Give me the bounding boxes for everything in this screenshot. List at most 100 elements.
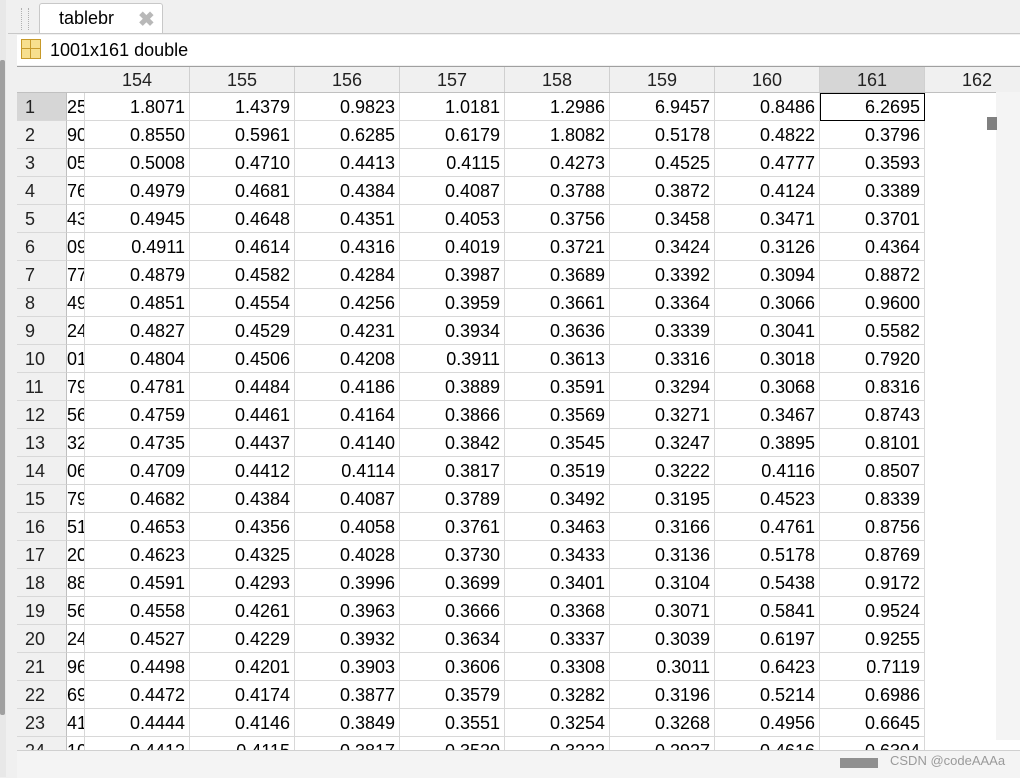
table-cell[interactable]: 0.6645: [820, 709, 925, 737]
table-cell[interactable]: 0.4437: [190, 429, 295, 457]
row-header[interactable]: 21: [17, 653, 67, 681]
row-header[interactable]: 20: [17, 625, 67, 653]
row-header[interactable]: 15: [17, 485, 67, 513]
partial-cell[interactable]: 05: [67, 149, 85, 177]
table-cell[interactable]: 0.3126: [715, 233, 820, 261]
table-cell[interactable]: 0.4293: [190, 569, 295, 597]
table-cell[interactable]: 0.4174: [190, 681, 295, 709]
table-cell[interactable]: 0.3636: [505, 317, 610, 345]
table-cell[interactable]: 0.3934: [400, 317, 505, 345]
partial-cell[interactable]: 88: [67, 569, 85, 597]
table-cell[interactable]: 0.5178: [610, 121, 715, 149]
table-cell[interactable]: 0.4804: [85, 345, 190, 373]
partial-cell[interactable]: 96: [67, 653, 85, 681]
partial-cell[interactable]: 56: [67, 597, 85, 625]
table-cell[interactable]: 0.4591: [85, 569, 190, 597]
column-header[interactable]: 154: [85, 67, 190, 92]
table-cell[interactable]: 0.3996: [295, 569, 400, 597]
table-cell[interactable]: 0.4681: [190, 177, 295, 205]
table-cell[interactable]: 0.5214: [715, 681, 820, 709]
table-cell[interactable]: 1.8071: [85, 93, 190, 121]
table-cell[interactable]: 0.4525: [610, 149, 715, 177]
table-cell[interactable]: 0.3339: [610, 317, 715, 345]
table-cell[interactable]: 0.4124: [715, 177, 820, 205]
table-cell[interactable]: 0.3932: [295, 625, 400, 653]
left-panel-scrollbar[interactable]: [0, 60, 5, 715]
table-cell[interactable]: 0.4114: [295, 457, 400, 485]
table-cell[interactable]: 0.9255: [820, 625, 925, 653]
table-cell[interactable]: 0.3889: [400, 373, 505, 401]
table-cell[interactable]: 0.8743: [820, 401, 925, 429]
table-cell[interactable]: 0.3842: [400, 429, 505, 457]
table-cell[interactable]: 1.4379: [190, 93, 295, 121]
table-cell[interactable]: 0.4208: [295, 345, 400, 373]
table-cell[interactable]: 0.4761: [715, 513, 820, 541]
row-header[interactable]: 18: [17, 569, 67, 597]
partial-cell[interactable]: 24: [67, 625, 85, 653]
partial-cell[interactable]: 24: [67, 317, 85, 345]
table-cell[interactable]: 0.3136: [610, 541, 715, 569]
table-cell[interactable]: 0.4087: [400, 177, 505, 205]
table-cell[interactable]: 0.3817: [400, 457, 505, 485]
table-cell[interactable]: 0.7920: [820, 345, 925, 373]
table-cell[interactable]: 0.3467: [715, 401, 820, 429]
partial-cell[interactable]: 69: [67, 681, 85, 709]
row-header[interactable]: 9: [17, 317, 67, 345]
table-cell[interactable]: 0.4273: [505, 149, 610, 177]
table-cell[interactable]: 0.8101: [820, 429, 925, 457]
table-cell[interactable]: 0.3661: [505, 289, 610, 317]
table-cell[interactable]: 0.4231: [295, 317, 400, 345]
table-cell[interactable]: 0.4325: [190, 541, 295, 569]
table-cell[interactable]: 0.4851: [85, 289, 190, 317]
partial-cell[interactable]: 43: [67, 205, 85, 233]
table-cell[interactable]: 0.4709: [85, 457, 190, 485]
table-cell[interactable]: 0.3895: [715, 429, 820, 457]
table-cell[interactable]: 0.5841: [715, 597, 820, 625]
table-cell[interactable]: 0.3401: [505, 569, 610, 597]
table-cell[interactable]: 0.4058: [295, 513, 400, 541]
table-cell[interactable]: 1.8082: [505, 121, 610, 149]
tab-tablebr[interactable]: tablebr ✖: [39, 3, 163, 34]
table-cell[interactable]: 0.3593: [820, 149, 925, 177]
row-header[interactable]: 14: [17, 457, 67, 485]
table-cell[interactable]: 0.8550: [85, 121, 190, 149]
table-cell[interactable]: 0.6285: [295, 121, 400, 149]
table-cell[interactable]: 0.3987: [400, 261, 505, 289]
table-cell[interactable]: 1.0181: [400, 93, 505, 121]
table-cell[interactable]: 0.6986: [820, 681, 925, 709]
table-cell[interactable]: 0.3316: [610, 345, 715, 373]
table-cell[interactable]: 0.4115: [400, 149, 505, 177]
table-cell[interactable]: 0.4356: [190, 513, 295, 541]
table-cell[interactable]: 0.4146: [190, 709, 295, 737]
table-cell[interactable]: 0.3471: [715, 205, 820, 233]
table-cell[interactable]: 0.3613: [505, 345, 610, 373]
table-cell[interactable]: 0.4444: [85, 709, 190, 737]
table-cell[interactable]: 6.9457: [610, 93, 715, 121]
table-cell[interactable]: 0.3959: [400, 289, 505, 317]
table-cell[interactable]: 0.5582: [820, 317, 925, 345]
row-header[interactable]: 7: [17, 261, 67, 289]
table-cell[interactable]: 0.8507: [820, 457, 925, 485]
table-cell[interactable]: 0.4412: [190, 457, 295, 485]
table-cell[interactable]: 0.3866: [400, 401, 505, 429]
column-header[interactable]: 158: [505, 67, 610, 92]
table-cell[interactable]: 0.4945: [85, 205, 190, 233]
table-cell[interactable]: 0.4256: [295, 289, 400, 317]
table-cell[interactable]: 0.3433: [505, 541, 610, 569]
table-cell[interactable]: 0.3591: [505, 373, 610, 401]
row-header[interactable]: 5: [17, 205, 67, 233]
table-cell[interactable]: 0.4554: [190, 289, 295, 317]
table-cell[interactable]: 0.8872: [820, 261, 925, 289]
row-header[interactable]: 8: [17, 289, 67, 317]
table-cell[interactable]: 0.4284: [295, 261, 400, 289]
vertical-scrollbar-thumb[interactable]: [987, 117, 997, 130]
table-cell[interactable]: 0.3195: [610, 485, 715, 513]
table-cell[interactable]: 0.3337: [505, 625, 610, 653]
row-header[interactable]: 12: [17, 401, 67, 429]
table-cell[interactable]: 0.3872: [610, 177, 715, 205]
row-header[interactable]: 10: [17, 345, 67, 373]
table-cell[interactable]: 0.3041: [715, 317, 820, 345]
table-cell[interactable]: 0.4506: [190, 345, 295, 373]
table-cell[interactable]: 0.4461: [190, 401, 295, 429]
table-cell[interactable]: 0.3569: [505, 401, 610, 429]
